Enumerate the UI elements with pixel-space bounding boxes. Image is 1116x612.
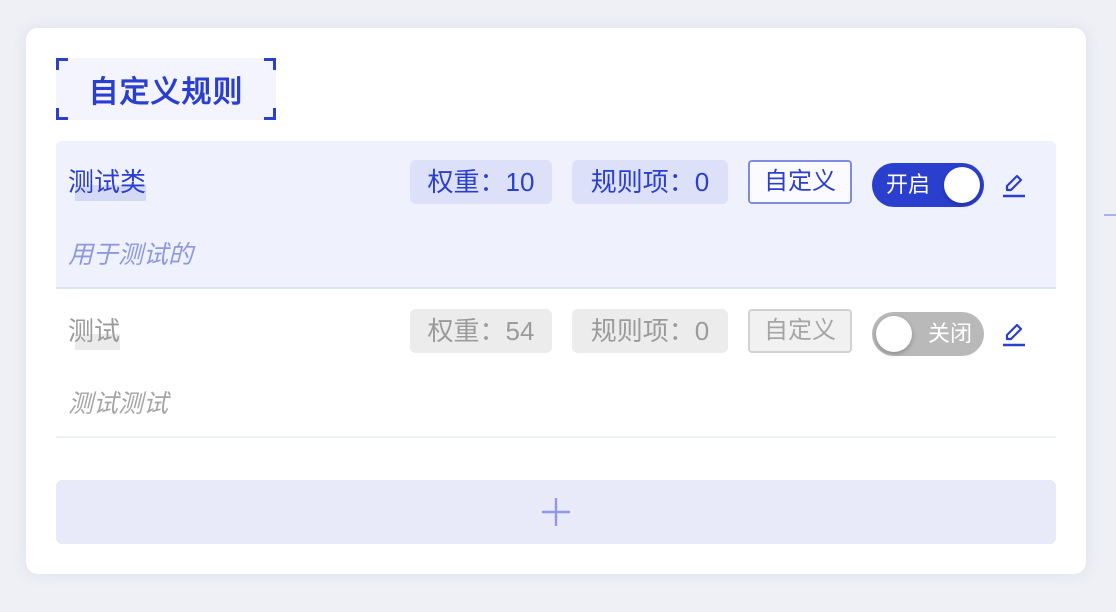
- plus-icon: [542, 498, 570, 526]
- add-rule-button[interactable]: [56, 480, 1056, 544]
- rule-item: 测试类 用于测试的 权重：10 规则项：0 自定义 开启: [56, 141, 1056, 289]
- toggle-label: 关闭: [927, 321, 972, 346]
- weight-tag: 权重：10: [410, 160, 552, 204]
- custom-button[interactable]: 自定义: [748, 160, 852, 204]
- pencil-icon: [1003, 323, 1025, 347]
- rule-description: 用于测试的: [68, 241, 194, 269]
- section-title-box: 自定义规则: [56, 58, 276, 120]
- rule-description: 测试测试: [68, 390, 169, 418]
- corner-bracket-bottom-right: [264, 108, 276, 120]
- rule-item: 测试 测试测试 权重：54 规则项：0 自定义 关闭: [56, 290, 1056, 438]
- corner-bracket-top-right: [264, 58, 276, 70]
- rule-items-tag: 规则项：0: [572, 160, 728, 204]
- edit-button[interactable]: [1000, 320, 1028, 348]
- side-divider-dash: [1104, 214, 1116, 216]
- toggle-knob: [876, 316, 912, 352]
- edit-button[interactable]: [1000, 171, 1028, 199]
- toggle-knob: [944, 167, 980, 203]
- pencil-icon: [1003, 174, 1025, 198]
- enable-toggle[interactable]: 开启: [872, 163, 984, 207]
- section-title: 自定义规则: [88, 76, 244, 109]
- rule-name: 测试类: [68, 165, 147, 201]
- toggle-label: 开启: [886, 172, 931, 197]
- weight-tag: 权重：54: [410, 309, 552, 353]
- custom-button[interactable]: 自定义: [748, 309, 852, 353]
- custom-rules-card: 自定义规则 测试类 用于测试的 权重：10 规则项：0 自定义 开启 测试 测试…: [26, 28, 1086, 574]
- rule-name: 测试: [68, 314, 121, 350]
- corner-bracket-bottom-left: [56, 108, 68, 120]
- enable-toggle[interactable]: 关闭: [872, 312, 984, 356]
- rule-items-tag: 规则项：0: [572, 309, 728, 353]
- corner-bracket-top-left: [56, 58, 68, 70]
